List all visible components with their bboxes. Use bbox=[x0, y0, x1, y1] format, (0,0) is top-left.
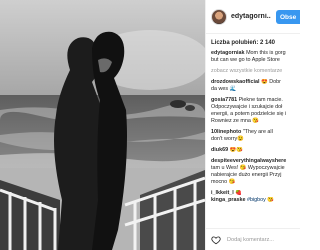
profile-avatar[interactable] bbox=[211, 8, 227, 25]
heart-icon[interactable] bbox=[211, 235, 221, 245]
comment: despiteeverythingalwayshere tam u Wes! 😘… bbox=[211, 158, 295, 186]
comment: kinga_praske #bigboy 😘 bbox=[211, 197, 295, 204]
comment-username[interactable]: diuk69 bbox=[211, 147, 228, 153]
comment-text: Piekne tam macie. bbox=[238, 97, 283, 103]
comment-text: Odpoczywajcie i szukajcie doł bbox=[211, 104, 283, 110]
comment-text: tam u Wes! 😘 Wypoczywajcie bbox=[211, 165, 285, 171]
comment-text: mocno 😘 bbox=[211, 179, 236, 185]
caption-text-2: but can we go to Apple Store bbox=[211, 57, 280, 63]
comment-username[interactable]: gosia7781 bbox=[211, 97, 237, 103]
comment-username[interactable]: i_lkkeit_l bbox=[211, 190, 234, 196]
comment-username[interactable]: kinga_praske bbox=[211, 197, 245, 203]
likes-count[interactable]: Liczba polubień: 2 140 bbox=[206, 34, 300, 46]
follow-button[interactable]: Obse bbox=[276, 10, 300, 24]
caption: edytagorniak Mom this is gorg but can we… bbox=[211, 50, 295, 64]
view-all-comments-link[interactable]: zobacz wszystkie komentarze bbox=[211, 68, 295, 75]
comment: i_lkkeit_l 🍓 bbox=[211, 190, 295, 197]
comment-text: 😍 Dobr bbox=[261, 79, 281, 85]
comment-text: nabierajcie dużo energii Przyj bbox=[211, 172, 282, 178]
comment-text: don't worry😉 bbox=[211, 136, 244, 142]
comment: drozdowskaofficial 😍 Dobr da wes 🌊 bbox=[211, 79, 295, 93]
post-details-panel: edytagorni... Obse Liczba polubień: 2 14… bbox=[205, 0, 300, 250]
caption-username[interactable]: edytagorniak bbox=[211, 50, 245, 56]
comment: diuk69 😍😘 bbox=[211, 147, 295, 154]
comment-username[interactable]: 10linephoto bbox=[211, 129, 241, 135]
comment-username[interactable]: drozdowskaofficial bbox=[211, 79, 260, 85]
comment-username[interactable]: despiteeverythingalwayshere bbox=[211, 158, 286, 164]
post-username[interactable]: edytagorni... bbox=[231, 13, 271, 20]
add-comment-input[interactable]: Dodaj komentarz... bbox=[227, 237, 274, 243]
comment: gosia7781 Piekne tam macie. Odpoczywajci… bbox=[211, 97, 295, 125]
comment: 10linephoto "They are all don't worry😉 bbox=[211, 129, 295, 143]
comment-text: Rowniez ze mna 😘 bbox=[211, 118, 260, 124]
post-header: edytagorni... Obse bbox=[206, 0, 300, 34]
comment-text: da wes 🌊 bbox=[211, 86, 237, 92]
comment-text[interactable]: #bigboy 😘 bbox=[247, 197, 274, 203]
beach-stairs-photo bbox=[0, 0, 205, 250]
comment-text: 😍😘 bbox=[229, 147, 244, 153]
comment-text: "They are all bbox=[242, 129, 273, 135]
comment-text: energii, a potem podzielcie się i bbox=[211, 111, 287, 117]
caption-text: Mom this is gorg bbox=[246, 50, 286, 56]
comments-list: edytagorniak Mom this is gorg but can we… bbox=[206, 46, 300, 204]
comment-text: 🍓 bbox=[235, 190, 242, 196]
comment-footer: Dodaj komentarz... bbox=[206, 228, 300, 250]
post-photo[interactable] bbox=[0, 0, 205, 250]
